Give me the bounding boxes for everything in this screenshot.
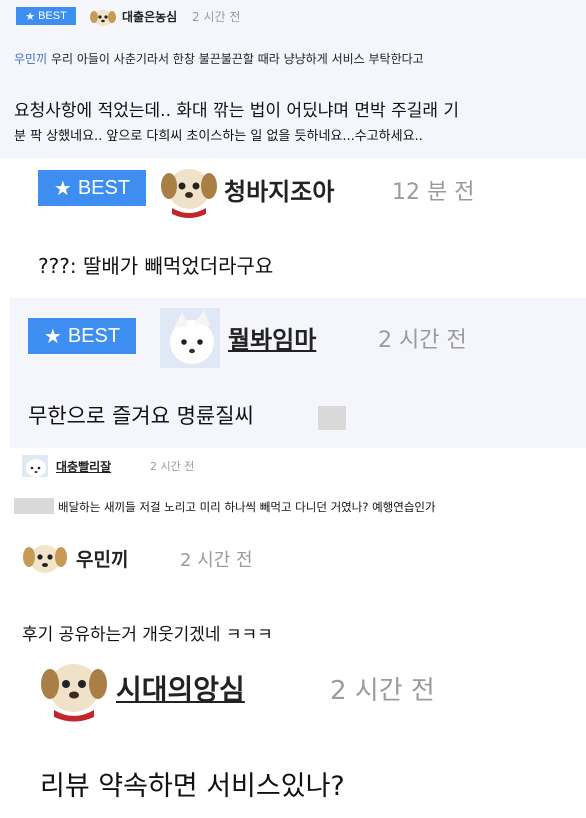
white-dog-avatar-icon — [160, 308, 220, 368]
dog-avatar-icon — [22, 541, 68, 575]
star-icon: ★ — [53, 177, 72, 200]
censored-blur — [318, 406, 346, 430]
dog-red-collar-avatar-icon — [160, 162, 218, 220]
white-dog-avatar-icon — [22, 455, 48, 477]
comment-time: 2 시간 전 — [180, 550, 253, 571]
mention-link[interactable]: 우민끼 — [14, 52, 47, 66]
best-label: BEST — [67, 324, 121, 347]
best-label: BEST — [77, 176, 131, 199]
comment-time: 2 시간 전 — [192, 10, 241, 24]
comment-nickname[interactable]: 대출은농심 — [122, 8, 177, 25]
best-badge: ★ BEST — [16, 7, 76, 25]
comment-line-text: 무한으로 즐겨요 명륜질씨 — [28, 404, 254, 428]
comment-nickname[interactable]: 우민끼 — [76, 545, 128, 572]
comment-text-line: 분 팍 상했네요.. 앞으로 다희씨 초이스하는 일 없을 듯하네요...수고하… — [14, 129, 423, 144]
comment-line-text: ???: 딸배가 빼먹었더라구요 — [38, 254, 274, 278]
best-badge: ★ BEST — [38, 170, 146, 206]
best-badge: ★ BEST — [28, 318, 136, 354]
comment-line-text: 배달하는 새끼들 저걸 노리고 미리 하나씩 빼먹고 다니던 거였나? 예행연습… — [58, 500, 436, 514]
best-label: BEST — [38, 10, 67, 22]
comment-text-line: 요청사항에 적었는데.. 화대 깎는 법이 어딨냐며 면박 주길래 기 — [14, 101, 460, 121]
comment-nickname[interactable]: 청바지조아 — [224, 172, 334, 207]
comment-time: 2 시간 전 — [150, 460, 195, 473]
comment-line-text: 리뷰 약속하면 서비스있나? — [40, 771, 345, 802]
star-icon: ★ — [43, 325, 62, 348]
comment-line-text: 우리 아들이 사춘기라서 한창 불끈불끈할 때라 냥냥하게 서비스 부탁한다고 — [50, 52, 424, 66]
comment-time: 12 분 전 — [392, 180, 475, 205]
comment-text-line: 우민끼 우리 아들이 사춘기라서 한창 불끈불끈할 때라 냥냥하게 서비스 부탁… — [14, 50, 424, 67]
censored-blur — [14, 498, 54, 514]
star-icon: ★ — [25, 10, 36, 23]
dog-avatar-icon — [90, 7, 116, 27]
comment-nickname[interactable]: 대충빨리잘 — [56, 458, 111, 475]
comment-line-text: 후기 공유하는거 개웃기겠네 ㅋㅋㅋ — [22, 625, 273, 645]
comment-nickname[interactable]: 시대의앙심 — [116, 668, 245, 708]
comment-nickname[interactable]: 뭘봐임마 — [228, 320, 316, 355]
comment-time: 2 시간 전 — [378, 328, 467, 353]
comment-time: 2 시간 전 — [330, 676, 435, 706]
dog-red-collar-avatar-icon — [40, 656, 108, 724]
